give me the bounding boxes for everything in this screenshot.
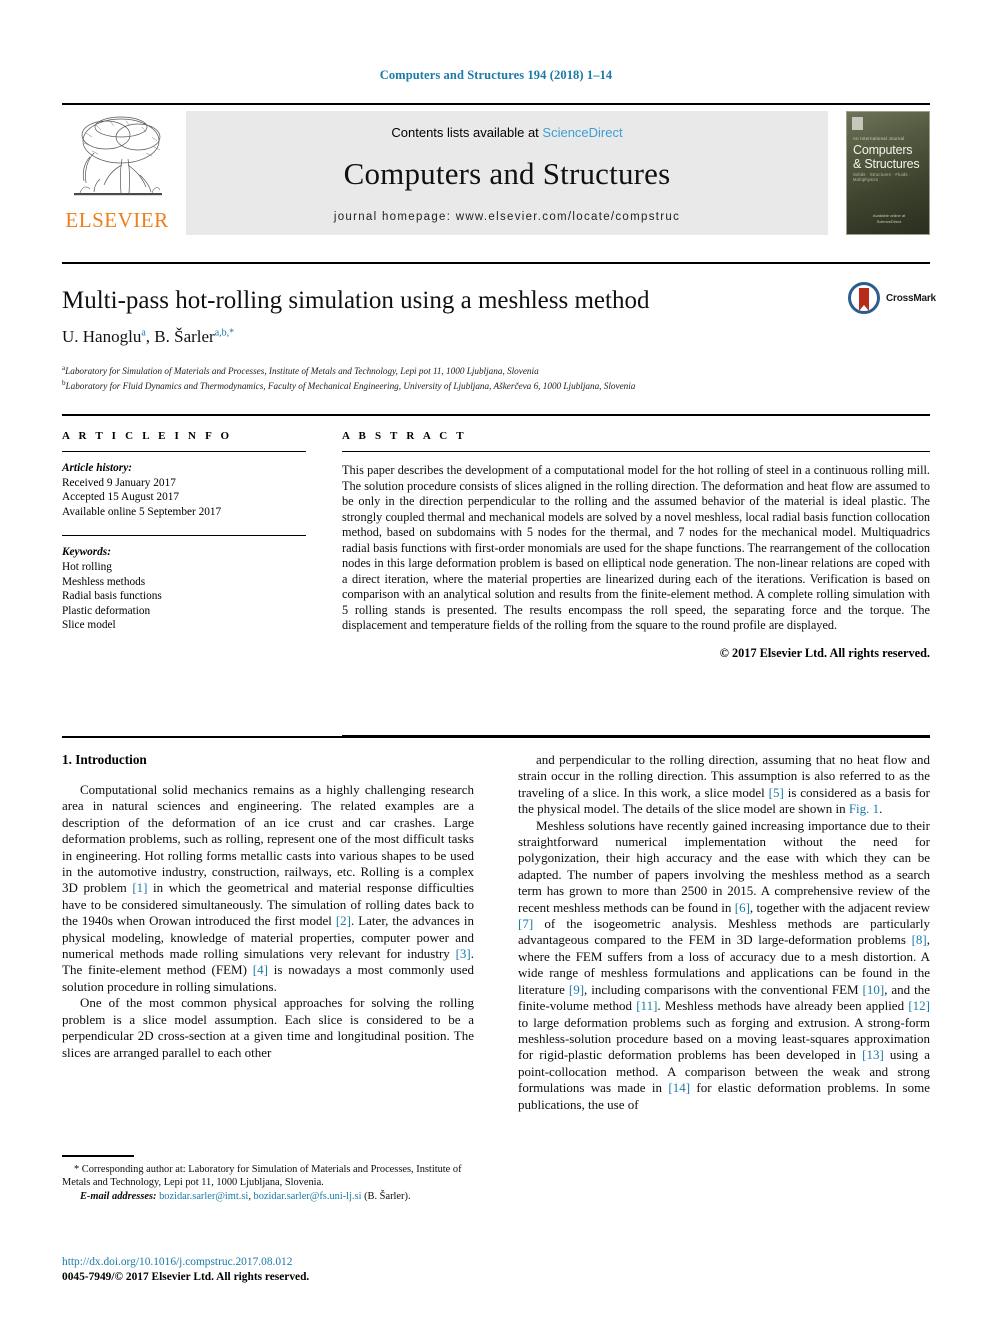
elsevier-wordmark: ELSEVIER xyxy=(65,208,169,232)
affiliation-list: aLaboratory for Simulation of Materials … xyxy=(62,362,922,393)
info-top-rule xyxy=(62,414,930,416)
journal-cover-image: An International Journal Computers & Str… xyxy=(846,111,930,235)
keywords-rule xyxy=(62,535,306,537)
article-history-label: Article history: xyxy=(62,462,132,474)
abstract-copyright: © 2017 Elsevier Ltd. All rights reserved… xyxy=(719,645,930,660)
journal-homepage[interactable]: journal homepage: www.elsevier.com/locat… xyxy=(186,211,828,223)
author-name-2[interactable]: B. Šarler xyxy=(154,327,214,346)
journal-header: ELSEVIER Contents lists available at Sci… xyxy=(62,103,930,235)
crossmark-icon xyxy=(848,282,880,314)
keywords-label: Keywords: xyxy=(62,546,111,559)
crossmark-book-shape xyxy=(859,288,869,311)
keyword-item: Slice model xyxy=(62,619,116,632)
author-mark-2: a,b,* xyxy=(214,327,235,339)
affiliation-a: aLaboratory for Simulation of Materials … xyxy=(62,362,922,377)
article-info-column: A R T I C L E I N F O Article history: R… xyxy=(62,430,306,633)
cover-footer: Available online at ScienceDirect xyxy=(847,213,929,225)
header-top-rule xyxy=(62,103,930,105)
email-link-1[interactable]: bozidar.sarler@imt.si xyxy=(159,1191,248,1202)
paragraph: One of the most common physical approach… xyxy=(62,995,474,1060)
cover-elsevier-mark-icon xyxy=(852,117,863,130)
keyword-item: Hot rolling xyxy=(62,560,112,573)
title-top-rule xyxy=(62,262,930,264)
body-top-rule xyxy=(62,736,930,738)
article-history-item: Available online 5 September 2017 xyxy=(62,505,222,518)
corresponding-author-note: * Corresponding author at: Laboratory fo… xyxy=(62,1164,462,1189)
keyword-item: Radial basis functions xyxy=(62,590,162,603)
abstract-heading: A B S T R A C T xyxy=(342,430,467,442)
footnote-rule xyxy=(62,1155,134,1157)
running-head: Computers and Structures 194 (2018) 1–14 xyxy=(379,68,613,82)
cover-footer-line2: ScienceDirect xyxy=(876,219,902,224)
paragraph: Meshless solutions have recently gained … xyxy=(518,817,931,1112)
contents-available-line: Contents lists available at ScienceDirec… xyxy=(186,125,828,140)
page-title: Multi-pass hot-rolling simulation using … xyxy=(62,287,650,314)
affiliation-text-a: Laboratory for Simulation of Materials a… xyxy=(65,366,539,377)
cover-title-line3: Solids · Structures · Fluids · Multiphys… xyxy=(853,172,911,182)
cover-title-line1: Computers xyxy=(853,143,913,157)
elsevier-logo: ELSEVIER xyxy=(62,111,172,235)
sciencedirect-link[interactable]: ScienceDirect xyxy=(542,125,622,140)
body-column-left: 1. Introduction Computational solid mech… xyxy=(62,752,474,1061)
abstract-column: A B S T R A C T This paper describes the… xyxy=(342,430,930,661)
keyword-item: Plastic deformation xyxy=(62,604,151,617)
author-mark-1: a xyxy=(141,327,146,339)
doi-block: http://dx.doi.org/10.1016/j.compstruc.20… xyxy=(62,1255,562,1285)
keyword-item: Meshless methods xyxy=(62,575,146,588)
cover-title-line2: & Structures xyxy=(853,157,920,171)
journal-title: Computers and Structures xyxy=(343,156,671,191)
crossmark-badge[interactable]: CrossMark xyxy=(848,282,936,316)
email-link-2[interactable]: bozidar.sarler@fs.uni-lj.si xyxy=(254,1191,362,1202)
abstract-text: This paper describes the development of … xyxy=(342,463,930,632)
affiliation-text-b: Laboratory for Fluid Dynamics and Thermo… xyxy=(65,381,636,392)
article-history-item: Accepted 15 August 2017 xyxy=(62,491,180,504)
email-suffix: (B. Šarler). xyxy=(364,1190,411,1202)
article-info-rule xyxy=(62,451,306,452)
article-history-item: Received 9 January 2017 xyxy=(62,476,176,489)
keywords-block: Keywords: Hot rolling Meshless methods R… xyxy=(62,545,306,633)
doi-link[interactable]: http://dx.doi.org/10.1016/j.compstruc.20… xyxy=(62,1255,562,1270)
section-heading-introduction: 1. Introduction xyxy=(62,752,147,767)
affiliation-b: bLaboratory for Fluid Dynamics and Therm… xyxy=(62,377,922,392)
issn-copyright-line: 0045-7949/© 2017 Elsevier Ltd. All right… xyxy=(62,1271,310,1283)
crossmark-label: CrossMark xyxy=(886,293,936,304)
contents-prefix: Contents lists available at xyxy=(391,125,543,140)
email-label: E-mail addresses: xyxy=(80,1190,157,1202)
email-note: E-mail addresses: bozidar.sarler@imt.si,… xyxy=(80,1190,411,1202)
article-history: Article history: Received 9 January 2017… xyxy=(62,461,306,519)
abstract-rule xyxy=(342,451,930,452)
paragraph: Computational solid mechanics remains as… xyxy=(62,782,474,994)
cover-subtitle: An International Journal xyxy=(853,136,905,141)
paragraph: and perpendicular to the rolling directi… xyxy=(518,752,930,817)
paper-page: Computers and Structures 194 (2018) 1–14 xyxy=(0,0,992,1323)
elsevier-tree-icon xyxy=(66,113,170,205)
article-info-heading: A R T I C L E I N F O xyxy=(62,430,233,442)
body-column-right: and perpendicular to the rolling directi… xyxy=(518,752,930,1113)
journal-band: Contents lists available at ScienceDirec… xyxy=(186,111,828,235)
author-name-1[interactable]: U. Hanoglu xyxy=(62,327,141,346)
author-list: U. Hanoglua, B. Šarlera,b,* xyxy=(62,327,235,346)
footnote-block: * Corresponding author at: Laboratory fo… xyxy=(62,1163,474,1203)
